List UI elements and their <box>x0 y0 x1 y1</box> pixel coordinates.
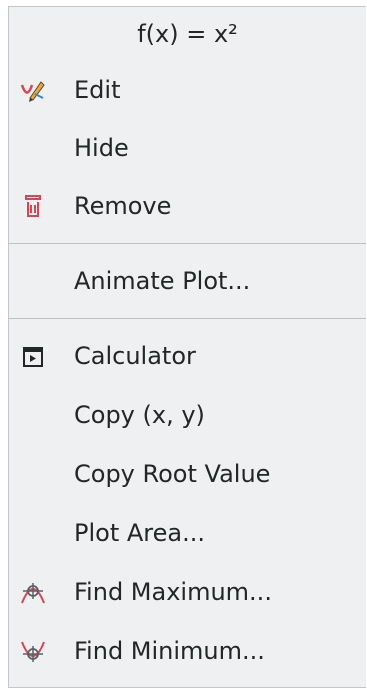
hide-label: Hide <box>74 134 129 162</box>
menu-title: f(x) = x² <box>9 7 366 61</box>
menu-separator <box>9 235 366 252</box>
trash-icon <box>19 192 47 220</box>
context-menu: f(x) = x² Edit Hide Remove Animate Plot.… <box>8 6 366 688</box>
animate-plot-menu-item[interactable]: Animate Plot... <box>9 252 366 310</box>
menu-separator <box>9 310 366 327</box>
copy-root-label: Copy Root Value <box>74 460 271 488</box>
find-maximum-menu-item[interactable]: Find Maximum... <box>9 563 366 622</box>
find-minimum-icon <box>19 638 47 666</box>
find-minimum-label: Find Minimum... <box>74 637 265 665</box>
find-minimum-menu-item[interactable]: Find Minimum... <box>9 622 366 681</box>
edit-label: Edit <box>74 76 121 104</box>
edit-menu-item[interactable]: Edit <box>9 61 366 119</box>
animate-plot-label: Animate Plot... <box>74 267 251 295</box>
plot-area-menu-item[interactable]: Plot Area... <box>9 504 366 563</box>
calculator-menu-item[interactable]: Calculator <box>9 327 366 386</box>
calculator-label: Calculator <box>74 342 196 370</box>
copy-xy-label: Copy (x, y) <box>74 401 205 429</box>
copy-xy-menu-item[interactable]: Copy (x, y) <box>9 386 366 445</box>
remove-menu-item[interactable]: Remove <box>9 177 366 235</box>
remove-label: Remove <box>74 192 172 220</box>
copy-root-menu-item[interactable]: Copy Root Value <box>9 445 366 504</box>
find-maximum-label: Find Maximum... <box>74 578 272 606</box>
hide-menu-item[interactable]: Hide <box>9 119 366 177</box>
plot-area-label: Plot Area... <box>74 519 205 547</box>
calculator-icon <box>19 343 47 371</box>
find-maximum-icon <box>19 579 47 607</box>
edit-plot-icon <box>19 76 47 104</box>
